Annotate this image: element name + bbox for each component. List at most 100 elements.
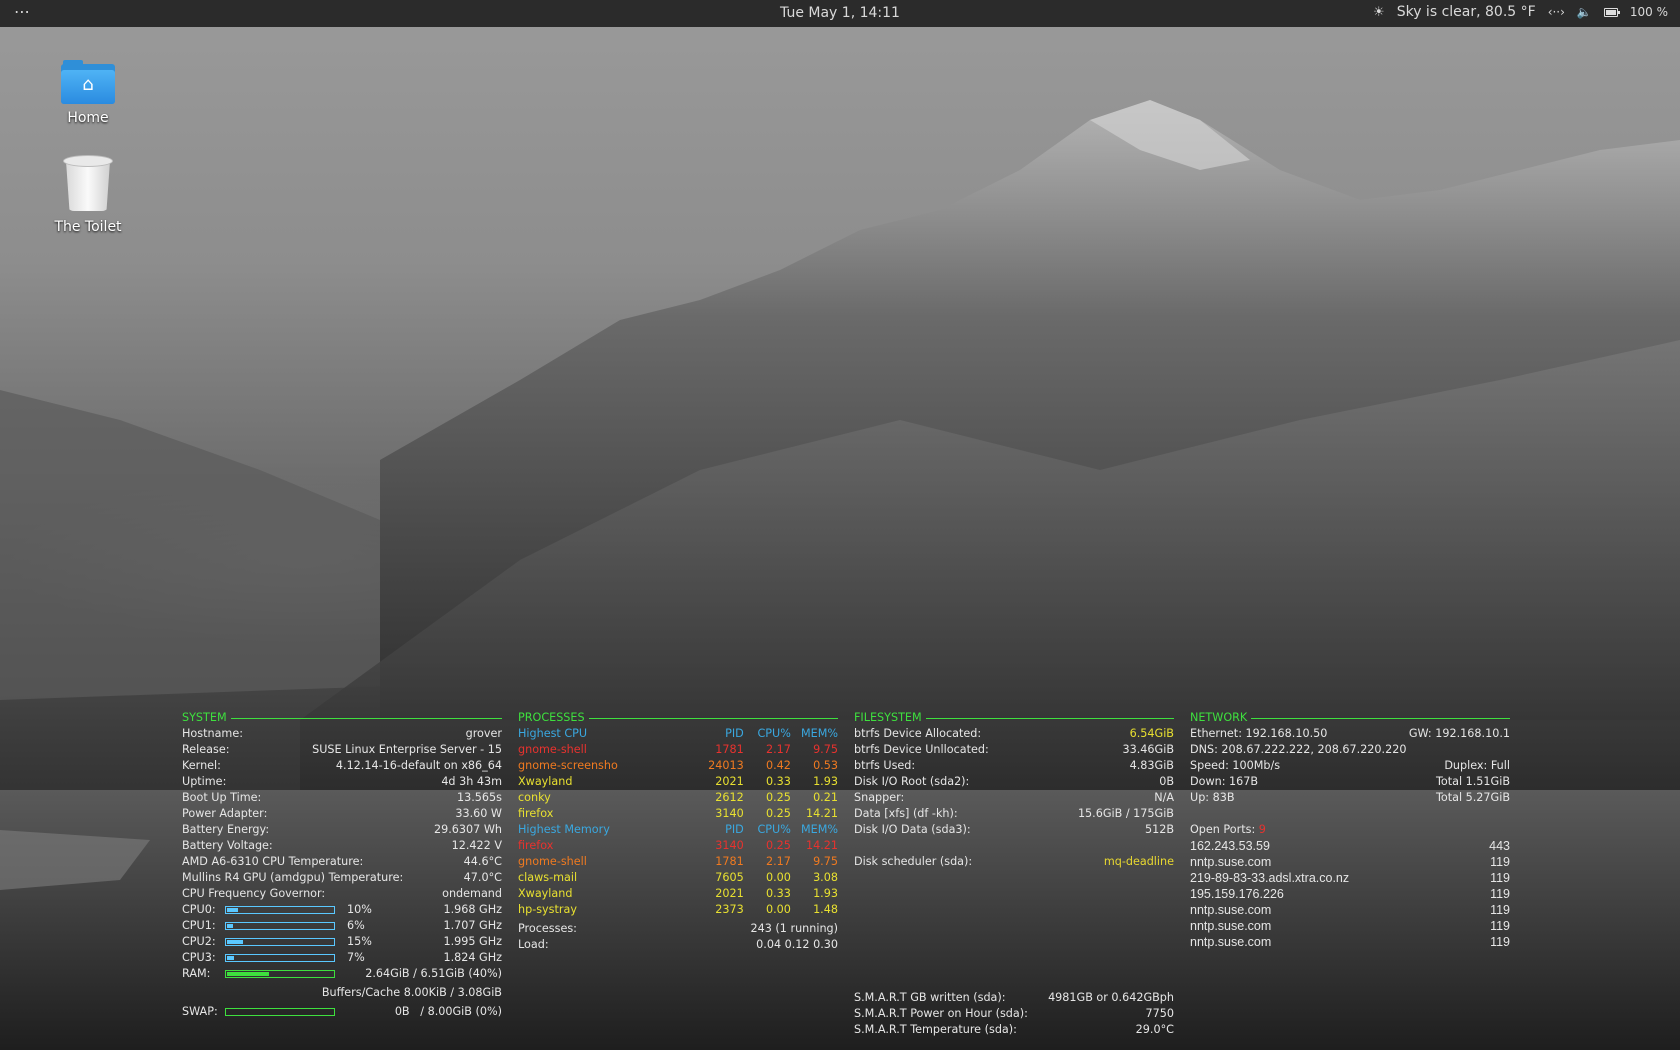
filesystem-row-value: 0B: [1159, 775, 1174, 788]
process-cpu: 0.42: [765, 759, 791, 772]
cpu-percent: 6%: [347, 919, 365, 932]
process-row: hp-systray 2373 0.00 1.48: [518, 902, 838, 918]
process-cpu: 0.33: [765, 775, 791, 788]
process-name: gnome-shell: [518, 855, 587, 868]
cpu-label: CPU2:: [182, 935, 216, 948]
process-cpu: 0.33: [765, 887, 791, 900]
filesystem-row-key: Snapper:: [854, 791, 905, 804]
smart-row: S.M.A.R.T GB written (sda): 4981GB or 0.6…: [854, 990, 1174, 1006]
system-info-row: Battery Energy: 29.6307 Wh: [182, 822, 502, 838]
trash-icon: [63, 155, 113, 213]
process-cpu: 0.00: [765, 871, 791, 884]
cpu-label: CPU1:: [182, 919, 216, 932]
process-name: Xwayland: [518, 775, 573, 788]
process-pid: 24013: [708, 759, 744, 772]
ethernet-row: Ethernet: 192.168.10.50 GW: 192.168.10.1: [1190, 727, 1510, 740]
open-port-number: 119: [1490, 887, 1510, 901]
filesystem-row-value: N/A: [1154, 791, 1174, 804]
system-info-row-key: Battery Voltage:: [182, 839, 273, 852]
cpu-frequency: 1.995 GHz: [443, 935, 502, 948]
open-port-number: 119: [1490, 903, 1510, 917]
system-info-row: Hostname: grover: [182, 726, 502, 742]
open-ports-list: 162.243.53.59 443 nntp.suse.com 119 219-89-8…: [1190, 838, 1510, 950]
cpu-bar: [225, 922, 335, 930]
status-area[interactable]: ☀ Sky is clear, 80.5 °F ‹··› 🔈 100 %: [1373, 4, 1668, 20]
home-folder-icon: ⌂: [61, 60, 115, 104]
system-info-row-key: Battery Energy:: [182, 823, 270, 836]
open-port-number: 443: [1489, 839, 1510, 853]
process-mem: 3.08: [813, 871, 838, 884]
smart-info-list: S.M.A.R.T GB written (sda): 4981GB or 0.6…: [854, 990, 1174, 1038]
volume-icon[interactable]: 🔈: [1577, 5, 1592, 19]
filesystem-row-key: Data [xfs] (df -kh):: [854, 807, 958, 820]
cpu-percent: 7%: [347, 951, 365, 964]
open-port-host: nntp.suse.com: [1190, 855, 1272, 869]
process-pid: 2612: [715, 791, 744, 804]
filesystem-row-value: 4.83GiB: [1129, 759, 1174, 772]
filesystem-row-value: 512B: [1144, 823, 1174, 836]
home-label: Home: [67, 110, 109, 126]
filesystem-row: btrfs Device Allocated: 6.54GiB: [854, 726, 1174, 742]
process-name: Xwayland: [518, 887, 573, 900]
system-info-row-key: Mullins R4 GPU (amdgpu) Temperature:: [182, 871, 404, 884]
network-header: NETWORK: [1190, 710, 1510, 726]
sun-icon: ☀: [1373, 4, 1385, 20]
swap-label: SWAP:: [182, 1005, 218, 1018]
open-port-row: nntp.suse.com 119: [1190, 902, 1510, 918]
smart-row-key: S.M.A.R.T Temperature (sda):: [854, 1023, 1017, 1036]
filesystem-row-key: btrfs Device Unllocated:: [854, 743, 989, 756]
process-row: firefox 3140 0.25 14.21: [518, 838, 838, 854]
network-icon[interactable]: ‹··›: [1548, 5, 1565, 19]
open-port-host: nntp.suse.com: [1190, 903, 1272, 917]
process-name: hp-systray: [518, 903, 577, 916]
process-row: gnome-shell 1781 2.17 9.75: [518, 742, 838, 758]
system-info-row-value: 47.0°C: [463, 871, 502, 884]
cpu-bar-fill: [227, 908, 238, 912]
system-info-row: Boot Up Time: 13.565s: [182, 790, 502, 806]
process-pid: 3140: [715, 807, 744, 820]
desktop-icon-home[interactable]: ⌂ Home: [28, 60, 148, 126]
clock[interactable]: Tue May 1, 14:11: [780, 5, 900, 21]
smart-row-key: S.M.A.R.T GB written (sda):: [854, 991, 1006, 1004]
system-info-row-key: Boot Up Time:: [182, 791, 262, 804]
battery-icon[interactable]: [1603, 4, 1620, 20]
filesystem-row-key: Disk I/O Root (sda2):: [854, 775, 970, 788]
cpu-bar: [225, 906, 335, 914]
process-mem: 0.21: [813, 791, 838, 804]
filesystem-row: btrfs Device Unllocated: 33.46GiB: [854, 742, 1174, 758]
system-info-row-key: AMD A6-6310 CPU Temperature:: [182, 855, 364, 868]
conky-processes-panel: PROCESSES Highest CPU PID CPU% MEM% gnom…: [518, 710, 838, 953]
system-info-row-value: SUSE Linux Enterprise Server - 15: [312, 743, 502, 756]
cpu-bar-fill: [227, 924, 234, 928]
swap-row: SWAP: 0B / 8.00GiB (0%): [182, 1004, 502, 1020]
highest-mem-header: Highest Memory PID CPU% MEM%: [518, 823, 838, 836]
disk-scheduler-row: Disk scheduler (sda): mq-deadline: [854, 855, 1174, 868]
conky-network-panel: NETWORK Ethernet: 192.168.10.50 GW: 192.1…: [1190, 710, 1510, 950]
processes-header: PROCESSES: [518, 710, 838, 726]
system-info-row-key: Release:: [182, 743, 230, 756]
system-info-list: Hostname: grover Release: SUSE Linux Enterp…: [182, 726, 502, 902]
processes-count-row: Processes: 243 (1 running): [518, 922, 838, 935]
cpu-percent: 10%: [347, 903, 372, 916]
open-port-row: nntp.suse.com 119: [1190, 854, 1510, 870]
cpu-frequency: 1.968 GHz: [443, 903, 502, 916]
process-row: Xwayland 2021 0.33 1.93: [518, 886, 838, 902]
highest-cpu-header: Highest CPU PID CPU% MEM%: [518, 727, 838, 740]
dns-row: DNS: 208.67.222.222, 208.67.220.220: [1190, 743, 1407, 756]
system-header: SYSTEM: [182, 710, 502, 726]
open-port-host: nntp.suse.com: [1190, 919, 1272, 933]
cpu-bar: [225, 938, 335, 946]
desktop-icon-trash[interactable]: The Toilet: [28, 155, 148, 235]
process-cpu: 2.17: [765, 855, 791, 868]
system-info-row: Mullins R4 GPU (amdgpu) Temperature: 47.0…: [182, 870, 502, 886]
cpu-label: CPU3:: [182, 951, 216, 964]
process-mem: 9.75: [813, 855, 838, 868]
weather-text[interactable]: Sky is clear, 80.5 °F: [1397, 4, 1536, 20]
buffers-row: Buffers/Cache 8.00KiB / 3.08GiB: [182, 985, 502, 1001]
process-row: firefox 3140 0.25 14.21: [518, 806, 838, 822]
activities-menu-icon[interactable]: ⋯: [14, 2, 31, 21]
filesystem-row-value: 33.46GiB: [1122, 743, 1174, 756]
system-info-row: AMD A6-6310 CPU Temperature: 44.6°C: [182, 854, 502, 870]
process-name: gnome-shell: [518, 743, 587, 756]
speed-row: Speed: 100Mb/s Duplex: Full: [1190, 759, 1510, 772]
